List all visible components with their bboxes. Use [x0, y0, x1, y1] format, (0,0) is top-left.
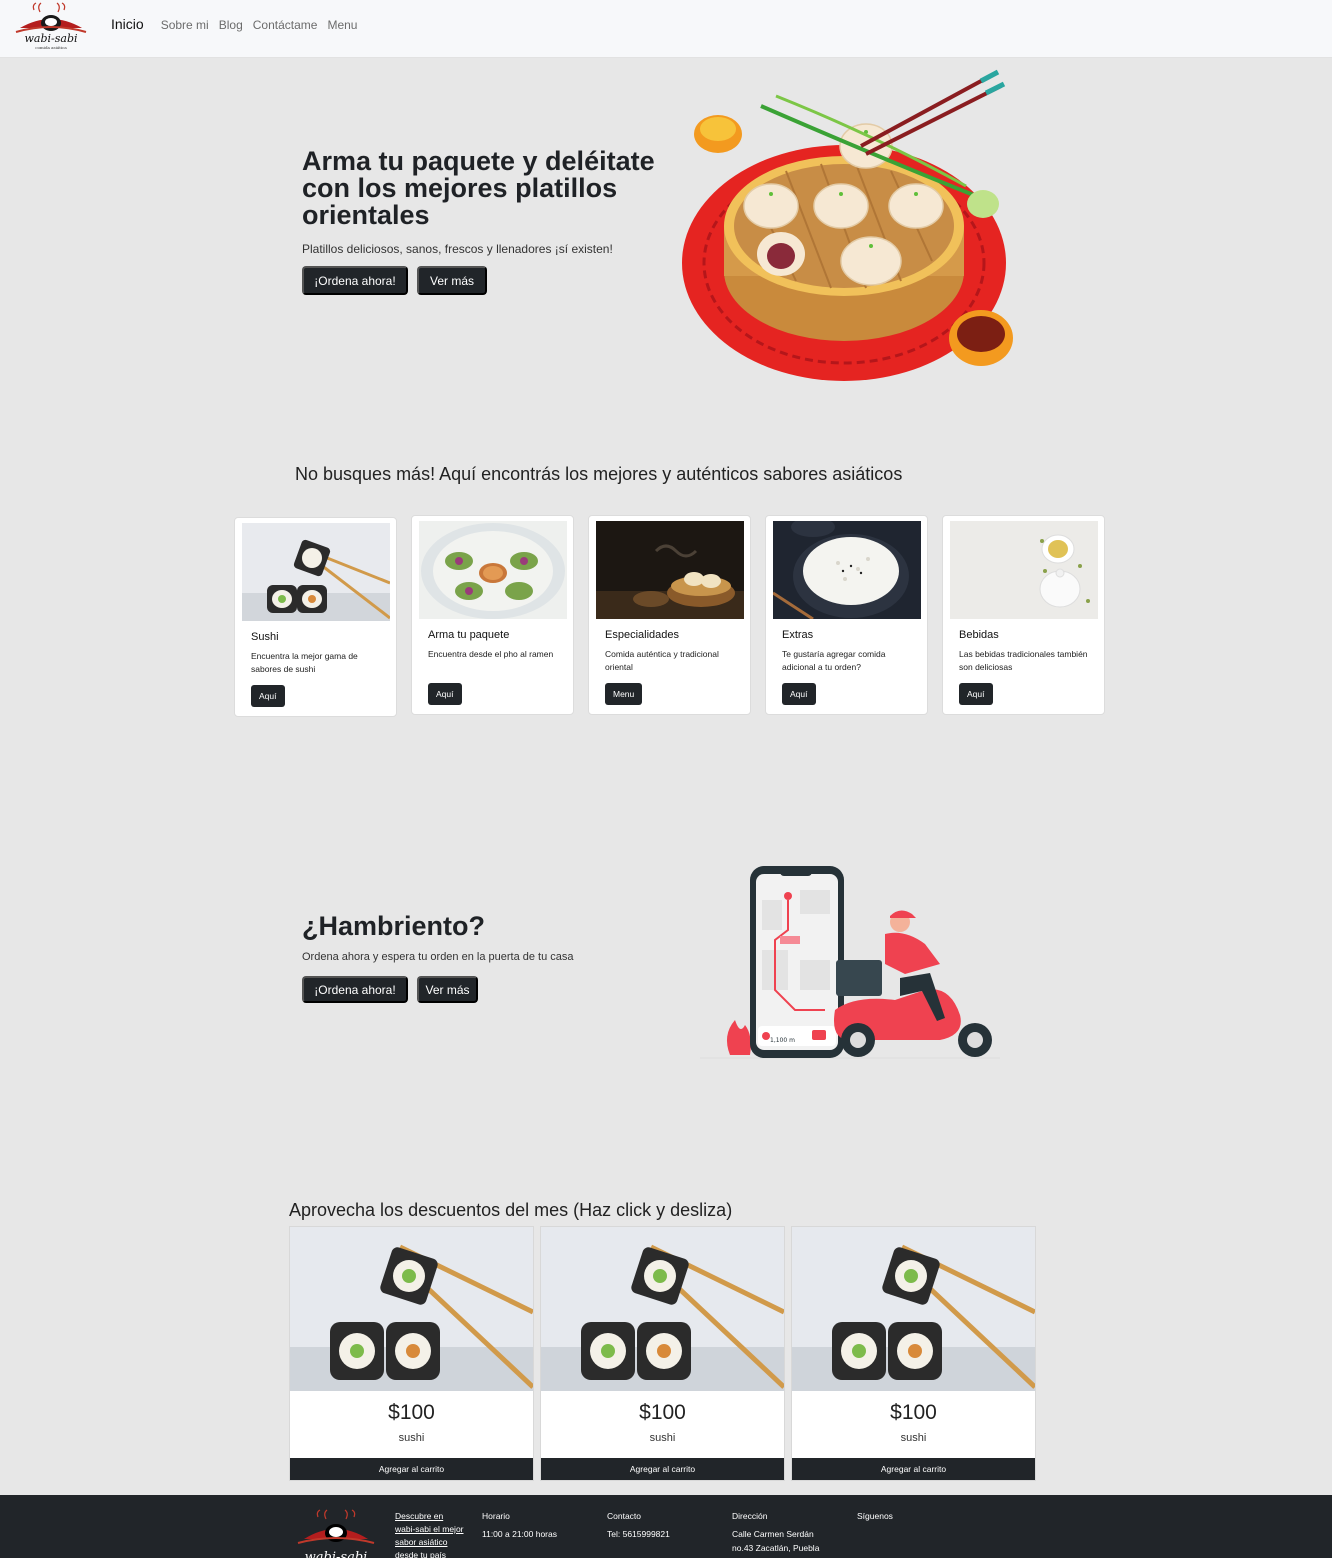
- logo-text: wabi-sabi: [24, 32, 77, 45]
- schedule-value: 11:00 a 21:00 horas: [482, 1529, 557, 1539]
- deal-sushi-image: [290, 1227, 533, 1391]
- deal-card[interactable]: $100 sushi Agregar al carrito: [289, 1226, 534, 1481]
- category-card-especialidades: Especialidades Comida auténtica y tradic…: [588, 515, 751, 715]
- category-card-paquete: Arma tu paquete Encuentra desde el pho a…: [411, 515, 574, 715]
- nav-link-menu[interactable]: Menu: [327, 18, 357, 32]
- tagline-line[interactable]: sabor asiático: [395, 1536, 464, 1549]
- card-title: Extras: [782, 629, 814, 641]
- deal-price: $100: [639, 1401, 686, 1424]
- navbar: wabi-sabi comida asiática Inicio Sobre m…: [0, 0, 1332, 58]
- deal-name: sushi: [649, 1432, 676, 1444]
- sushi-button[interactable]: Aquí: [251, 685, 285, 707]
- sushi-image: [242, 523, 390, 621]
- wabi-sabi-logo[interactable]: wabi-sabi comida asiática: [14, 2, 88, 54]
- nav-link-sobre-mi[interactable]: Sobre mi: [161, 18, 209, 32]
- social-heading: Síguenos: [857, 1511, 893, 1521]
- hungry-subtitle: Ordena ahora y espera tu orden en la pue…: [302, 951, 574, 963]
- nav-link-contactame[interactable]: Contáctame: [253, 18, 318, 32]
- add-to-cart-button[interactable]: Agregar al carrito: [792, 1458, 1035, 1480]
- card-title: Arma tu paquete: [428, 629, 510, 641]
- card-text: Encuentra la mejor gama de sabores de su…: [251, 651, 358, 674]
- deal-name: sushi: [900, 1432, 927, 1444]
- footer: wabi-sabi Descubre en wabi-sabi el mejor…: [0, 1495, 1332, 1558]
- tea-image: [950, 521, 1098, 619]
- distance-text: 1,100 m: [770, 1037, 795, 1044]
- spring-rolls-image: [419, 521, 567, 619]
- tagline-line[interactable]: wabi-sabi el mejor: [395, 1523, 464, 1536]
- hungry-title: ¿Hambriento?: [302, 911, 486, 941]
- category-card-sushi: Sushi Encuentra la mejor gama de sabores…: [234, 517, 397, 717]
- dumplings-illustration: [682, 69, 1013, 381]
- hero-more-button[interactable]: Ver más: [417, 266, 487, 295]
- contact-heading: Contacto: [607, 1511, 642, 1521]
- delivery-illustration: 1,100 m: [700, 866, 1000, 1059]
- deal-price: $100: [388, 1401, 435, 1424]
- logo-subtext: comida asiática: [35, 45, 67, 50]
- nav-links: Inicio Sobre mi Blog Contáctame Menu: [111, 16, 367, 32]
- deal-name: sushi: [398, 1432, 425, 1444]
- add-to-cart-button[interactable]: Agregar al carrito: [541, 1458, 784, 1480]
- extras-button[interactable]: Aquí: [782, 683, 816, 705]
- category-card-extras: Extras Te gustaría agregar comida adicio…: [765, 515, 928, 715]
- hero-subtitle: Platillos deliciosos, sanos, frescos y l…: [302, 242, 613, 256]
- address-heading: Dirección: [732, 1511, 768, 1521]
- contact-phone[interactable]: Tel: 5615999821: [607, 1529, 670, 1539]
- dim-sum-image: [596, 521, 744, 619]
- deals-title: Aprovecha los descuentos del mes (Haz cl…: [289, 1200, 733, 1220]
- deal-sushi-image: [541, 1227, 784, 1391]
- schedule-heading: Horario: [482, 1511, 510, 1521]
- card-title: Especialidades: [605, 629, 679, 641]
- paquete-button[interactable]: Aquí: [428, 683, 462, 705]
- rice-image: [773, 521, 921, 619]
- deal-sushi-image: [792, 1227, 1035, 1391]
- address-line: no.43 Zacatlán, Puebla: [732, 1543, 820, 1553]
- footer-tagline[interactable]: Descubre en wabi-sabi el mejor sabor asi…: [395, 1510, 464, 1558]
- bebidas-button[interactable]: Aquí: [959, 683, 993, 705]
- deal-card[interactable]: $100 sushi Agregar al carrito: [791, 1226, 1036, 1481]
- footer-logo: wabi-sabi: [297, 1509, 375, 1558]
- card-text: Te gustaría agregar comida adicional a t…: [782, 649, 886, 672]
- card-text: Las bebidas tradicionales también son de…: [959, 649, 1088, 672]
- hero-title: Arma tu paquete y deléitate con los mejo…: [302, 146, 655, 230]
- nav-link-inicio[interactable]: Inicio: [111, 16, 144, 32]
- hero-order-button[interactable]: ¡Ordena ahora!: [302, 266, 408, 295]
- add-to-cart-button[interactable]: Agregar al carrito: [290, 1458, 533, 1480]
- card-title: Sushi: [251, 631, 279, 643]
- menu-button[interactable]: Menu: [605, 683, 643, 705]
- category-card-bebidas: Bebidas Las bebidas tradicionales tambié…: [942, 515, 1105, 715]
- deal-price: $100: [890, 1401, 937, 1424]
- deal-card[interactable]: $100 sushi Agregar al carrito: [540, 1226, 785, 1481]
- card-text: Encuentra desde el pho al ramen: [428, 649, 554, 659]
- hungry-more-button[interactable]: Ver más: [417, 976, 478, 1003]
- card-text: Comida auténtica y tradicional oriental: [605, 649, 719, 672]
- nav-link-blog[interactable]: Blog: [219, 18, 243, 32]
- tagline-line[interactable]: desde tu país: [395, 1549, 464, 1558]
- footer-logo-text: wabi-sabi: [305, 1550, 368, 1558]
- tagline-line[interactable]: Descubre en: [395, 1510, 464, 1523]
- hungry-order-button[interactable]: ¡Ordena ahora!: [302, 976, 408, 1003]
- categories-title: No busques más! Aquí encontrás los mejor…: [295, 464, 903, 484]
- card-title: Bebidas: [959, 629, 999, 641]
- address-line: Calle Carmen Serdán: [732, 1529, 814, 1539]
